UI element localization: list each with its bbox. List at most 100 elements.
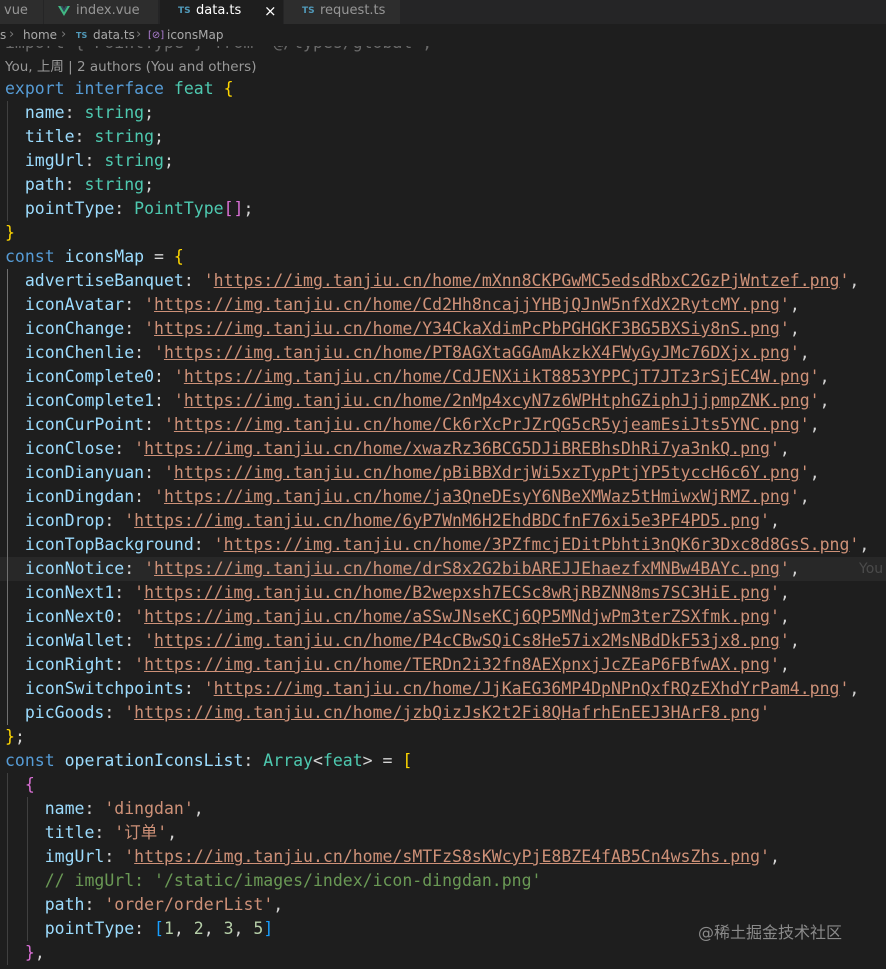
code-line[interactable]: export interface feat { xyxy=(0,77,886,101)
code-line[interactable]: pointType: PointType[]; xyxy=(0,197,886,221)
code-line[interactable]: } xyxy=(0,221,886,245)
code-line[interactable]: iconComplete1: 'https://img.tanjiu.cn/ho… xyxy=(0,389,886,413)
code-token: ; xyxy=(14,727,25,746)
code-line[interactable]: // imgUrl: '/static/images/index/icon-di… xyxy=(0,869,886,893)
code-comment: // imgUrl: '/static/images/index/icon-di… xyxy=(44,871,542,890)
code-line[interactable]: }, xyxy=(0,941,886,965)
code-line[interactable]: path: string; xyxy=(0,173,886,197)
code-line[interactable]: iconSwitchpoints: 'https://img.tanjiu.cn… xyxy=(0,677,886,701)
breadcrumb-item-home[interactable]: home xyxy=(23,24,57,46)
code-line[interactable]: iconNext1: 'https://img.tanjiu.cn/home/B… xyxy=(0,581,886,605)
code-line[interactable]: const iconsMap = { xyxy=(0,245,886,269)
code-token: , xyxy=(233,919,254,938)
code-line-text: iconChange: 'https://img.tanjiu.cn/home/… xyxy=(5,317,800,341)
code-line[interactable]: iconCurPoint: 'https://img.tanjiu.cn/hom… xyxy=(0,413,886,437)
code-token: : xyxy=(64,103,85,122)
property-name: iconNotice xyxy=(24,559,125,578)
tab-index-vue[interactable]: index.vue xyxy=(44,0,159,24)
string-literal: 'dingdan' xyxy=(104,799,194,818)
tab-data-ts[interactable]: TS data.ts × xyxy=(160,0,284,24)
string-quote: ' xyxy=(779,559,790,578)
number-literal: 2 xyxy=(193,919,204,938)
bracket: [ xyxy=(402,751,413,770)
tab-vue[interactable]: vue xyxy=(0,0,44,24)
code-token: : xyxy=(183,679,204,698)
code-line[interactable]: title: '订单', xyxy=(0,821,886,845)
url-link: https://img.tanjiu.cn/home/jzbQizJsK2t2F… xyxy=(134,703,761,722)
code-line[interactable]: path: 'order/orderList', xyxy=(0,893,886,917)
code-line[interactable]: iconChenlie: 'https://img.tanjiu.cn/home… xyxy=(0,341,886,365)
code-line[interactable]: iconNotice: 'https://img.tanjiu.cn/home/… xyxy=(0,557,886,581)
string-quote: ' xyxy=(760,511,770,530)
breadcrumb-item-iconsmap[interactable]: iconsMap xyxy=(167,24,223,46)
string-quote: ' xyxy=(173,367,184,386)
url-link: https://img.tanjiu.cn/home/Cd2Hh8ncajjYH… xyxy=(154,295,780,314)
string-quote: ' xyxy=(809,391,820,410)
type-annotation: string xyxy=(94,127,155,146)
property-name: iconWallet xyxy=(24,631,125,650)
tab-request-ts[interactable]: TS request.ts xyxy=(284,0,401,24)
code-line[interactable]: iconAvatar: 'https://img.tanjiu.cn/home/… xyxy=(0,293,886,317)
typescript-file-icon: TS xyxy=(76,31,88,40)
code-line[interactable]: imgUrl: 'https://img.tanjiu.cn/home/sMTF… xyxy=(0,845,886,869)
code-line[interactable]: iconChange: 'https://img.tanjiu.cn/home/… xyxy=(0,317,886,341)
code-line[interactable]: name: 'dingdan', xyxy=(0,797,886,821)
interface-name: feat xyxy=(173,79,214,98)
code-token: : xyxy=(114,607,135,626)
code-line[interactable]: imgUrl: string; xyxy=(0,149,886,173)
breadcrumb-item-data-ts[interactable]: data.ts xyxy=(93,24,135,46)
code-line[interactable]: iconComplete0: 'https://img.tanjiu.cn/ho… xyxy=(0,365,886,389)
code-line[interactable]: picGoods: 'https://img.tanjiu.cn/home/jz… xyxy=(0,701,886,725)
close-icon[interactable]: × xyxy=(264,0,277,22)
code-token: , xyxy=(849,679,860,698)
code-line[interactable]: iconDrop: 'https://img.tanjiu.cn/home/6y… xyxy=(0,509,886,533)
code-editor[interactable]: export interface feat { name: string; ti… xyxy=(0,77,886,965)
code-token: : xyxy=(84,151,105,170)
url-link: https://img.tanjiu.cn/home/mXnn8CKPGwMC5… xyxy=(213,271,840,290)
code-token: : xyxy=(134,343,155,362)
code-line[interactable]: { xyxy=(0,773,886,797)
bracket: { xyxy=(24,775,35,794)
property-name: pointType xyxy=(24,199,115,218)
property-name: iconRight xyxy=(24,655,115,674)
code-line[interactable]: iconWallet: 'https://img.tanjiu.cn/home/… xyxy=(0,629,886,653)
code-line-text: iconNotice: 'https://img.tanjiu.cn/home/… xyxy=(5,557,800,581)
code-line[interactable]: name: string; xyxy=(0,101,886,125)
property-name: iconChange xyxy=(24,319,125,338)
git-blame-codelens[interactable]: You, 上周 | 2 authors (You and others) xyxy=(5,57,256,77)
property-name: iconDrop xyxy=(24,511,105,530)
string-quote: ' xyxy=(203,679,214,698)
code-line[interactable]: iconNext0: 'https://img.tanjiu.cn/home/a… xyxy=(0,605,886,629)
number-literal: 5 xyxy=(253,919,264,938)
code-line[interactable]: title: string; xyxy=(0,125,886,149)
url-link: https://img.tanjiu.cn/home/PT8AGXtaGGAmA… xyxy=(163,343,790,362)
code-token: : xyxy=(104,703,125,722)
breadcrumb-item-folder-partial[interactable]: s xyxy=(0,24,6,46)
url-link: https://img.tanjiu.cn/home/sMTFzS8sKWcyP… xyxy=(134,847,761,866)
code-line[interactable]: }; xyxy=(0,725,886,749)
string-quote: ' xyxy=(154,487,164,506)
code-token: : xyxy=(114,583,135,602)
vue-file-icon xyxy=(58,6,70,16)
code-line[interactable]: const operationIconsList: Array<feat> = … xyxy=(0,749,886,773)
code-line[interactable]: iconRight: 'https://img.tanjiu.cn/home/T… xyxy=(0,653,886,677)
code-line-text: title: string; xyxy=(5,125,164,149)
string-quote: ' xyxy=(799,463,810,482)
code-token: = xyxy=(144,247,174,266)
code-line[interactable]: iconDianyuan: 'https://img.tanjiu.cn/hom… xyxy=(0,461,886,485)
code-token: , xyxy=(859,535,870,554)
variable-name: iconsMap xyxy=(64,247,145,266)
code-token: : xyxy=(104,847,125,866)
code-line[interactable]: iconClose: 'https://img.tanjiu.cn/home/x… xyxy=(0,437,886,461)
code-line[interactable]: iconTopBackground: 'https://img.tanjiu.c… xyxy=(0,533,886,557)
code-line[interactable]: advertiseBanquet: 'https://img.tanjiu.cn… xyxy=(0,269,886,293)
url-link: https://img.tanjiu.cn/home/ja3QneDEsyY6N… xyxy=(163,487,790,506)
code-token: , xyxy=(809,415,820,434)
code-line[interactable]: iconDingdan: 'https://img.tanjiu.cn/home… xyxy=(0,485,886,509)
bracket: ] xyxy=(263,919,274,938)
